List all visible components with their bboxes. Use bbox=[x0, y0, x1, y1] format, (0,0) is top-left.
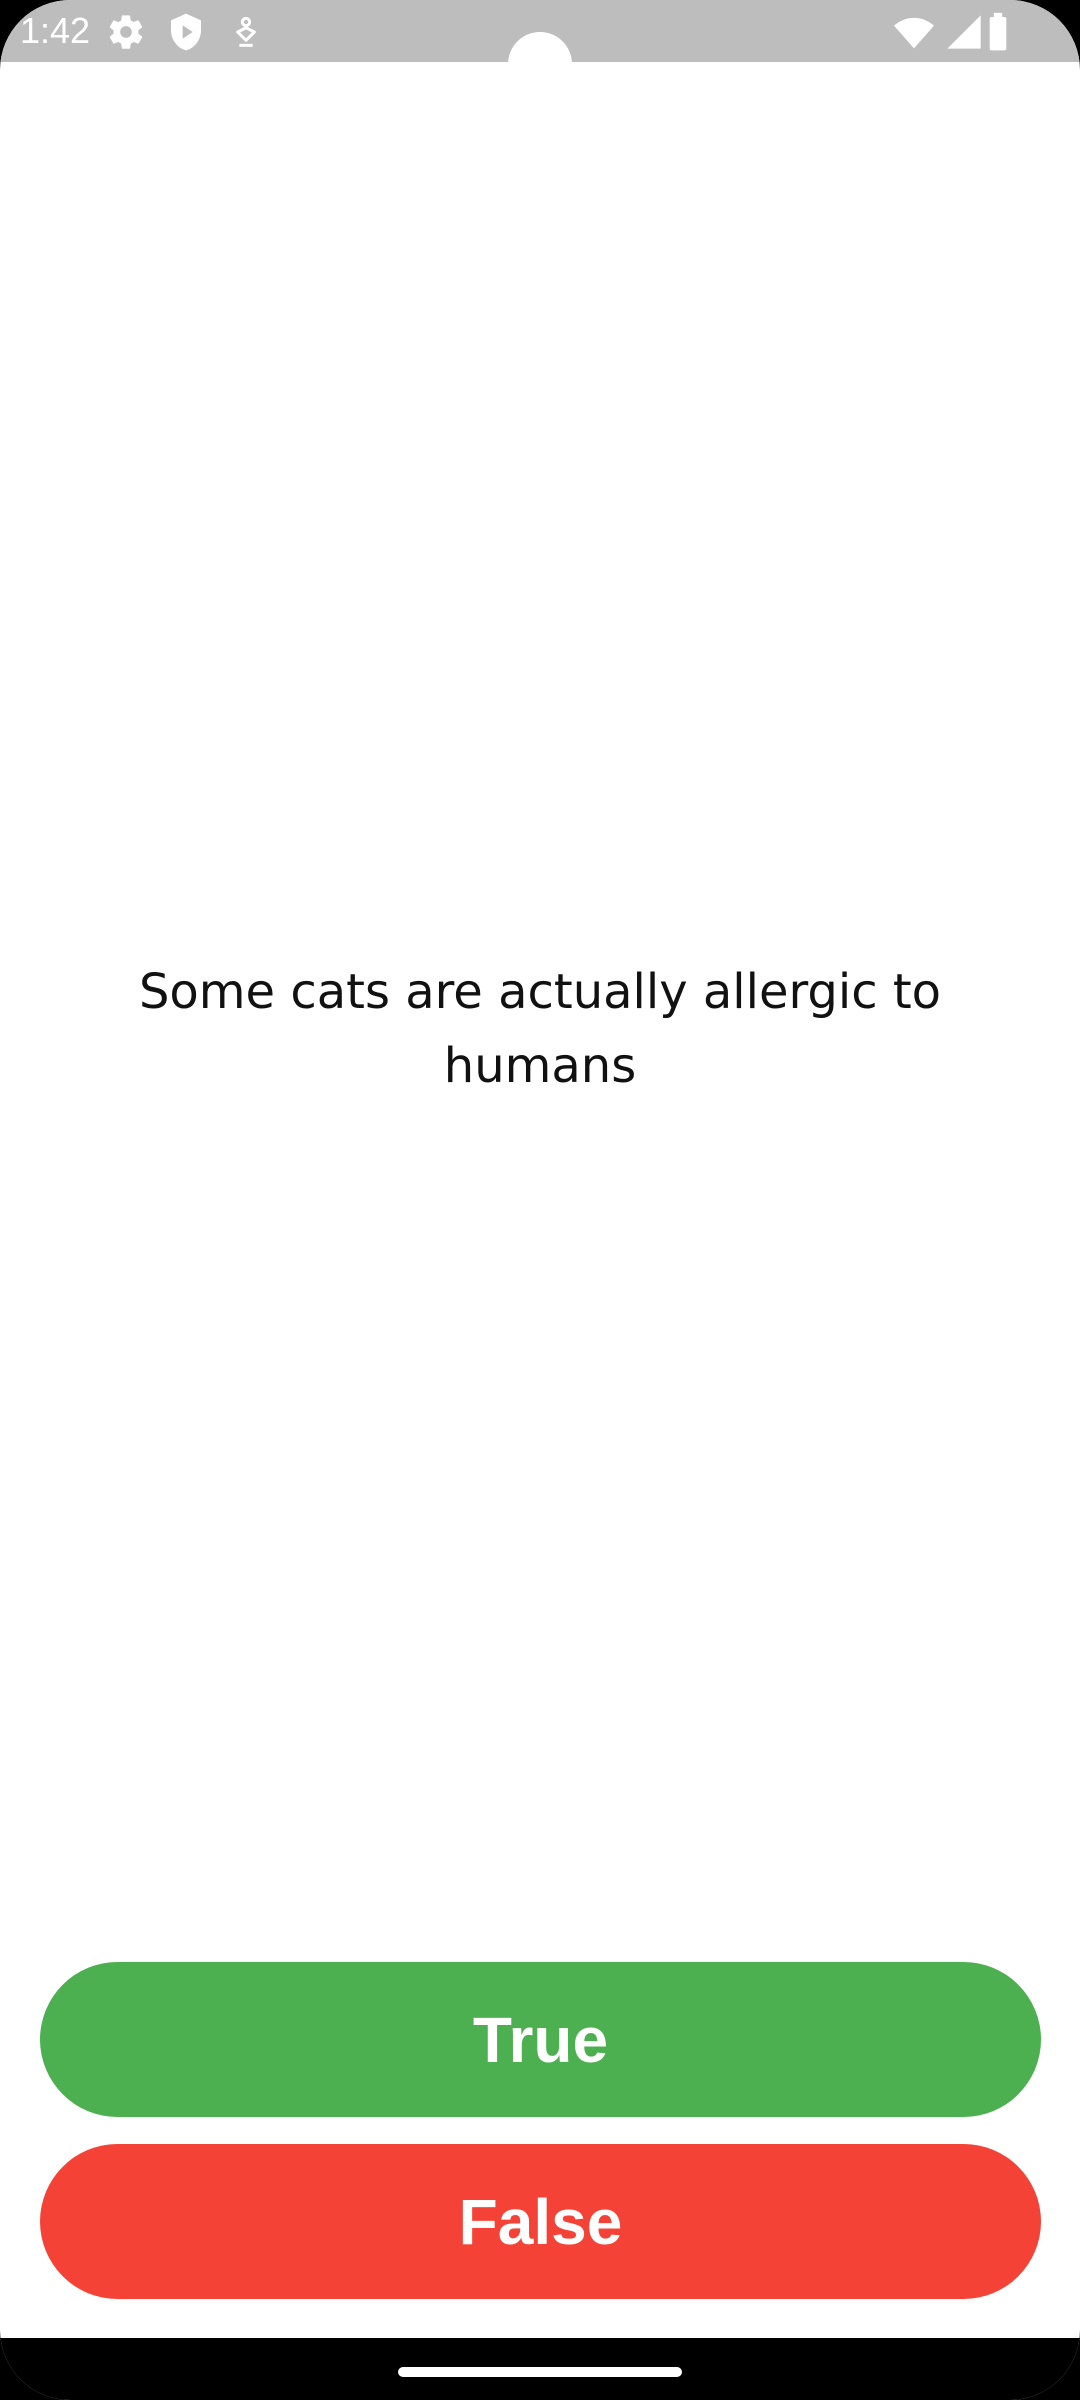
camera-cutout bbox=[508, 32, 572, 96]
shield-play-icon bbox=[166, 12, 206, 52]
status-time: 1:42 bbox=[20, 10, 91, 51]
navigation-bar bbox=[0, 2338, 1080, 2400]
false-button[interactable]: False bbox=[40, 2144, 1041, 2299]
settings-icon bbox=[106, 12, 146, 52]
app-screen: 1:42 Some cats are actually allergic to … bbox=[0, 0, 1080, 2400]
true-button[interactable]: True bbox=[40, 1962, 1041, 2117]
battery-icon bbox=[986, 12, 1010, 52]
home-gesture-handle[interactable] bbox=[398, 2367, 682, 2377]
wifi-icon bbox=[892, 12, 936, 52]
signal-icon bbox=[944, 12, 984, 52]
accessibility-icon bbox=[226, 12, 266, 52]
question-text: Some cats are actually allergic to human… bbox=[138, 964, 942, 1094]
